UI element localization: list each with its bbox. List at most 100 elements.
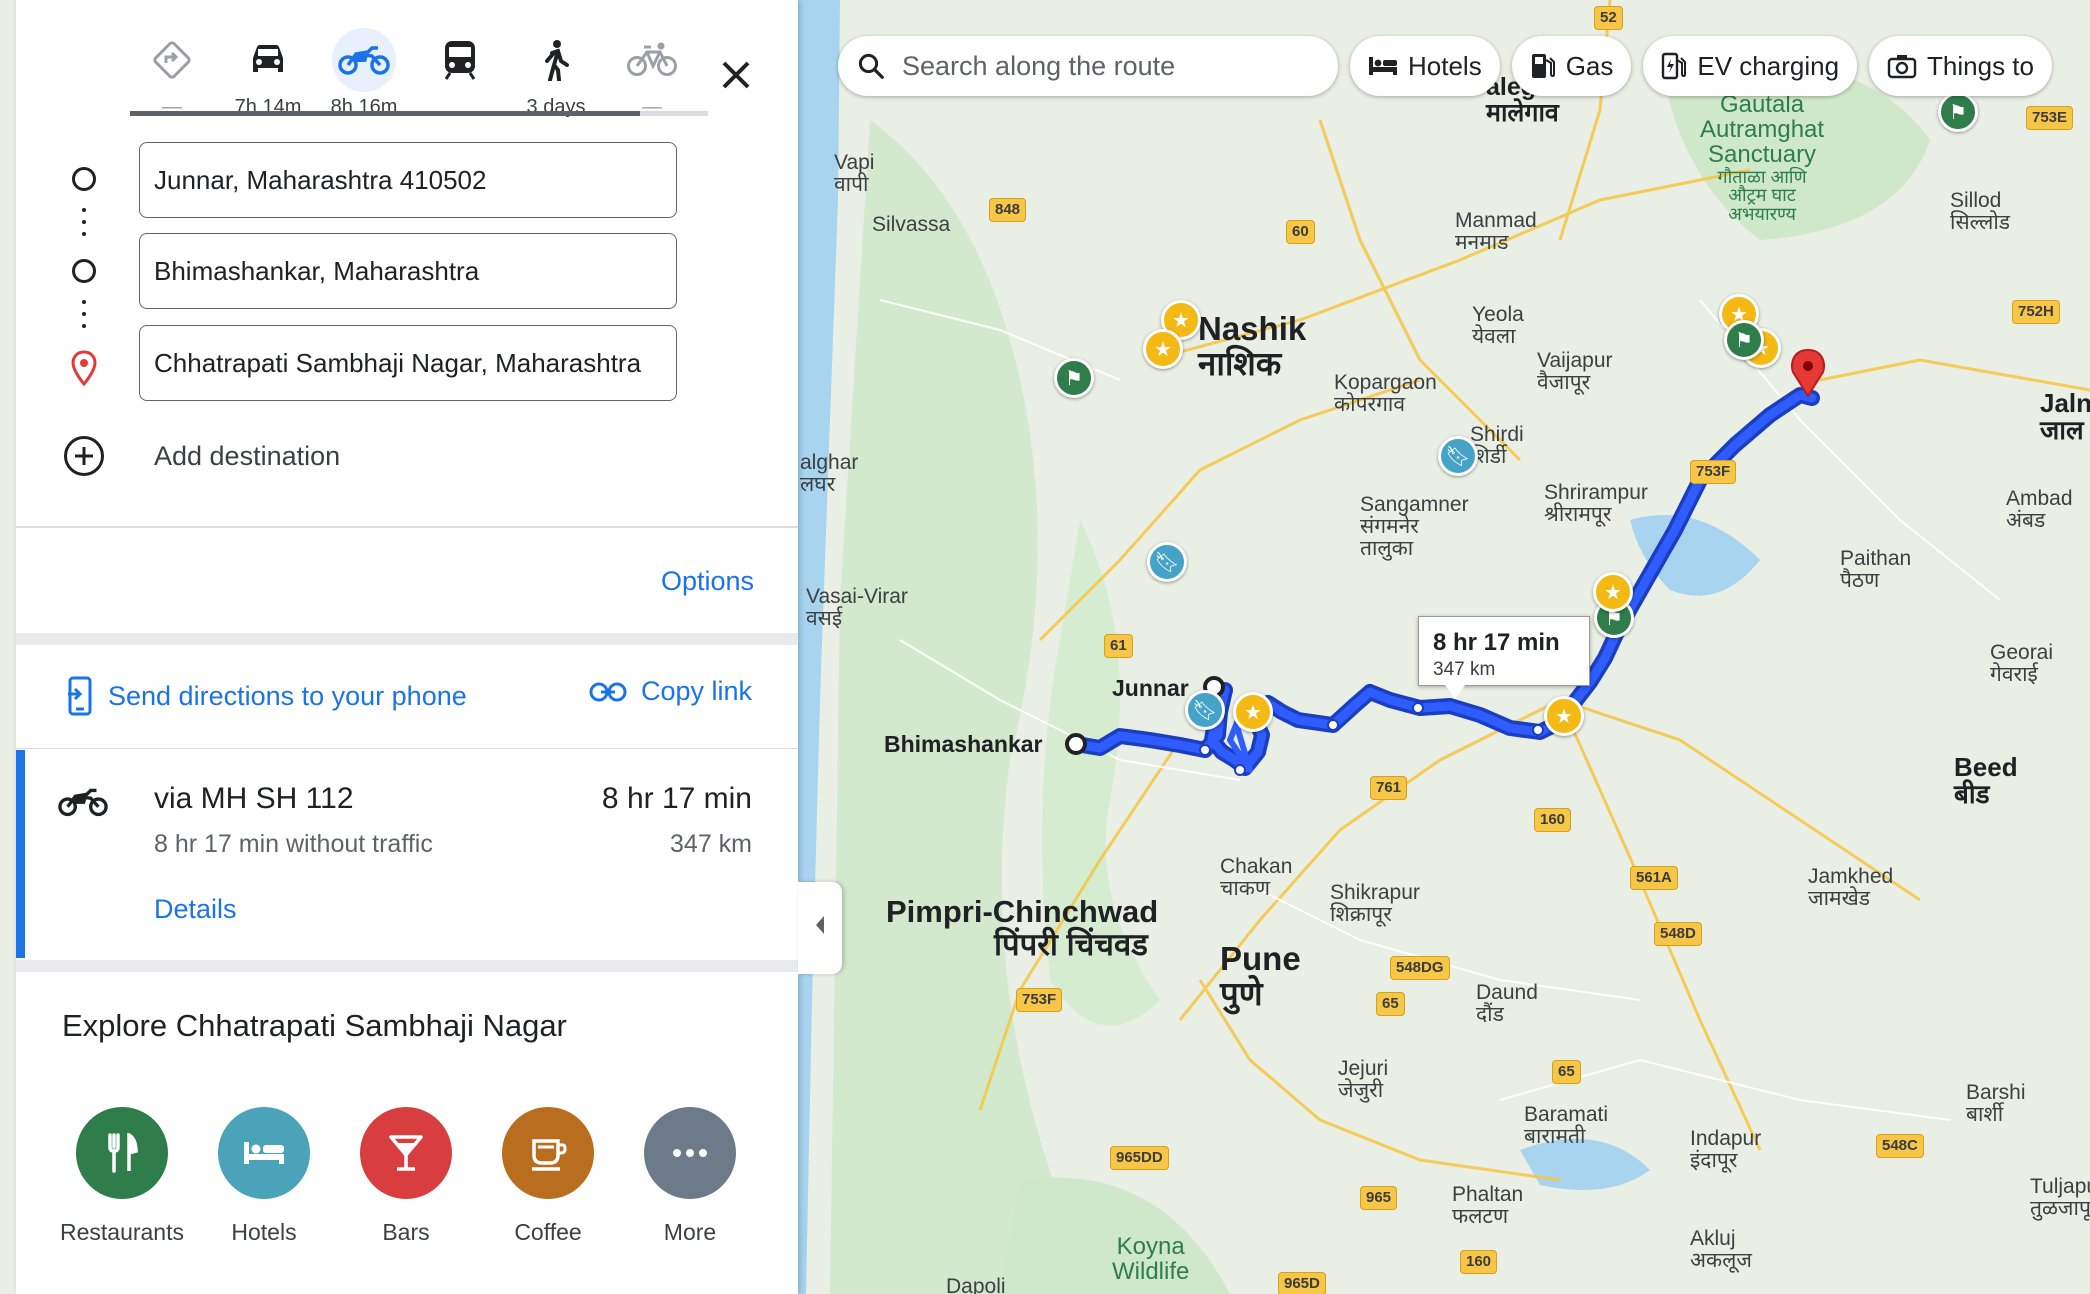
bicycle-icon <box>620 28 684 92</box>
more-icon <box>644 1107 736 1199</box>
add-destination-button[interactable]: Add destination <box>64 436 340 476</box>
explore-hotels-button[interactable]: Hotels <box>194 1107 334 1246</box>
map-label-pimpri-chinchwad: Pimpri-Chinchwad पिंपरी चिंचवड <box>886 894 1159 962</box>
explore-restaurants-label: Restaurants <box>59 1219 184 1245</box>
things-to-do-chip[interactable]: Things to <box>1869 36 2052 96</box>
map-label-gautala-sanctuary: Gautala Autramghat Sanctuary गौताळा आणि औट्र… <box>1700 91 1825 225</box>
explore-title: Explore Chhatrapati Sambhaji Nagar <box>62 1008 567 1043</box>
send-directions-to-phone-button[interactable]: Send directions to your phone <box>66 676 467 716</box>
star-poi-pin[interactable]: ★ <box>1544 696 1584 736</box>
section-divider <box>16 960 798 972</box>
mode-best[interactable]: — <box>124 28 220 119</box>
flag-poi-pin[interactable]: ⚑ <box>1054 358 1094 398</box>
copy-link-button[interactable]: Copy link <box>589 676 752 707</box>
map-label-silvassa: Silvassa <box>872 213 951 236</box>
star-poi-pin[interactable]: ★ <box>1143 329 1183 369</box>
bookmark-poi-pin[interactable]: 🔖︎ <box>1438 436 1478 476</box>
selected-route-indicator <box>16 750 25 958</box>
send-to-phone-icon <box>66 676 94 716</box>
bed-icon <box>1368 55 1398 77</box>
stop-input-2[interactable]: Bhimashankar, Maharashtra <box>139 233 677 309</box>
map-label-pune: Pune पुणे <box>1220 940 1301 1012</box>
highway-shield: 753E <box>2026 106 2074 130</box>
search-along-route-input[interactable]: Search along the route <box>838 36 1338 96</box>
mode-drive[interactable]: 7h 14m <box>220 28 316 119</box>
ev-charging-chip-label: EV charging <box>1697 50 1840 81</box>
bookmark-poi-pin[interactable]: 🔖︎ <box>1185 690 1225 730</box>
copy-link-label: Copy link <box>640 676 752 706</box>
motorcycle-icon <box>58 786 108 823</box>
mode-transit[interactable] <box>412 28 508 96</box>
map-label-shrirampur: Shrirampur श्रीरामपूर <box>1544 481 1648 527</box>
route-distance: 347 km <box>670 830 752 858</box>
things-to-do-chip-label: Things to <box>1927 50 2034 81</box>
tooltip-time: 8 hr 17 min <box>1433 629 1560 656</box>
gas-station-icon <box>1530 52 1556 80</box>
explore-more-button[interactable]: More <box>620 1107 760 1246</box>
highway-shield: 160 <box>1534 808 1572 832</box>
ev-charging-chip[interactable]: EV charging <box>1643 36 1858 96</box>
tooltip-distance: 347 km <box>1433 659 1496 680</box>
map-label-junnar: Junnar <box>1112 675 1189 701</box>
stop-input-2-value: Bhimashankar, Maharashtra <box>154 255 480 286</box>
route-option-card[interactable]: via MH SH 112 8 hr 17 min without traffi… <box>16 750 798 960</box>
highway-shield: 548D <box>1654 922 1702 946</box>
flag-poi-pin[interactable]: ⚑ <box>1724 320 1764 360</box>
search-icon <box>856 51 886 81</box>
mode-two-wheeler[interactable]: 8h 16m <box>316 28 412 119</box>
map-label-jalna: Jaln जाल <box>2040 388 2090 446</box>
car-icon <box>236 28 300 92</box>
explore-bars-button[interactable]: Bars <box>336 1107 476 1246</box>
explore-hotels-label: Hotels <box>231 1219 297 1245</box>
collapse-panel-button[interactable] <box>798 882 842 974</box>
map-label-jamkhed: Jamkhed जामखेड <box>1808 865 1894 911</box>
highway-shield: 61 <box>1104 634 1133 658</box>
mode-walk[interactable]: 3 days <box>508 28 604 119</box>
stop-input-1-value: Junnar, Maharashtra 410502 <box>154 164 487 195</box>
gas-chip[interactable]: Gas <box>1511 36 1632 96</box>
explore-bars-label: Bars <box>382 1219 430 1245</box>
star-poi-pin[interactable]: ★ <box>1233 692 1273 732</box>
link-icon <box>589 681 627 703</box>
highway-shield: 965D <box>1278 1272 1326 1294</box>
highway-shield: 65 <box>1376 992 1405 1016</box>
map-label-beed: Beed बीड <box>1954 752 2018 810</box>
highway-shield: 52 <box>1594 6 1623 30</box>
map-chip-bar: Search along the route Hotels Gas EV cha… <box>838 36 2052 96</box>
map-label-tuljapur: Tuljapurतुळजापूर <box>2030 1175 2090 1221</box>
chevron-left-icon <box>813 914 827 942</box>
close-directions-button[interactable] <box>708 48 764 104</box>
map-label-kopargaon: Kopargaon कोपरगाव <box>1334 371 1437 417</box>
add-destination-label: Add destination <box>154 440 341 471</box>
camera-icon <box>1887 53 1917 79</box>
divider <box>16 748 798 749</box>
map-label-dapoli: Dapoli <box>946 1275 1006 1294</box>
hotels-chip[interactable]: Hotels <box>1350 36 1500 96</box>
route-details-link[interactable]: Details <box>154 894 237 925</box>
waypoint-circle-icon <box>72 259 96 283</box>
divider <box>16 526 798 528</box>
add-circle-icon <box>64 436 104 476</box>
map-label-vasai-virar: Vasai-Virar वसई <box>806 585 908 631</box>
route-duration: 8 hr 17 min <box>601 782 752 815</box>
flag-poi-pin[interactable]: ⚑ <box>1938 92 1978 132</box>
map-label-paithan: Paithan पैठण <box>1840 547 1912 593</box>
map-label-baramati: Baramati बारामती <box>1524 1103 1609 1149</box>
options-button[interactable]: Options <box>661 566 754 597</box>
stop-input-3[interactable]: Chhatrapati Sambhaji Nagar, Maharashtra <box>139 325 677 401</box>
map-label-koyna: Koyna Wildlife <box>1112 1233 1190 1286</box>
stop-connector-dots <box>82 300 86 336</box>
star-poi-pin[interactable]: ★ <box>1593 572 1633 612</box>
explore-coffee-button[interactable]: Coffee <box>478 1107 618 1246</box>
highway-shield: 65 <box>1552 1060 1581 1084</box>
send-directions-label: Send directions to your phone <box>108 680 467 711</box>
stop-input-1[interactable]: Junnar, Maharashtra 410502 <box>139 142 677 218</box>
explore-restaurants-button[interactable]: Restaurants <box>52 1107 192 1246</box>
map-label-nashik: Nashik नाशिक <box>1198 310 1307 382</box>
route-duration-tooltip[interactable]: 8 hr 17 min 347 km <box>1418 616 1590 699</box>
mode-bicycle[interactable]: — <box>604 28 700 119</box>
explore-coffee-label: Coffee <box>514 1219 582 1245</box>
map-label-sangamner: Sangamner संगमनेर तालुका <box>1360 493 1469 561</box>
bookmark-poi-pin[interactable]: 🔖︎ <box>1147 542 1187 582</box>
map-label-shirdi: Shirdi शिर्डी <box>1470 423 1524 469</box>
